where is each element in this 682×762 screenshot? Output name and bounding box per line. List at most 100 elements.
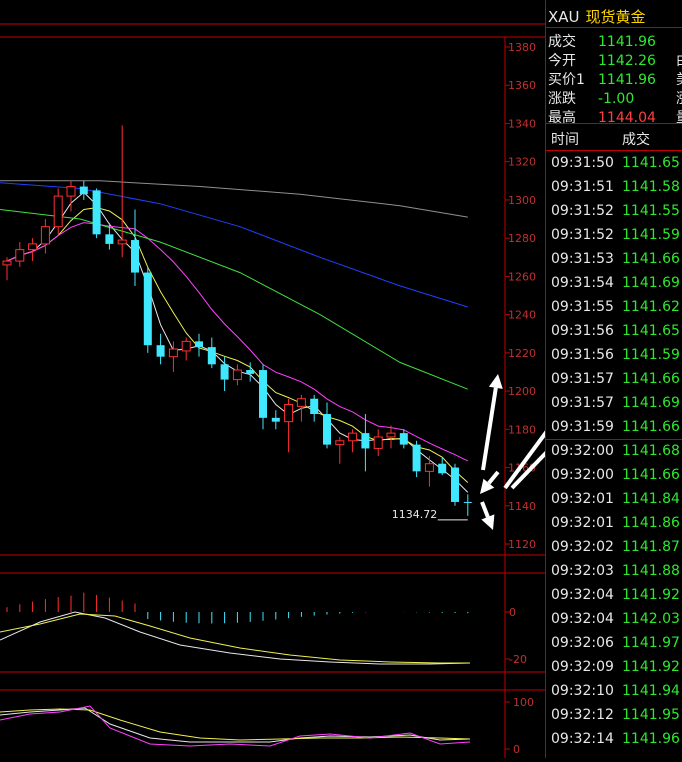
tick-row[interactable]: 09:32:02 1141.87 — [546, 536, 682, 560]
candle-body — [361, 433, 370, 449]
quote-value: 1141.96 — [598, 72, 656, 88]
candle[interactable] — [399, 429, 408, 449]
candle[interactable] — [296, 394, 306, 422]
candle[interactable] — [348, 429, 358, 453]
tick-row[interactable]: 09:31:54 1141.69 — [546, 272, 682, 296]
tick-time: 09:32:10 — [551, 683, 614, 699]
candle[interactable] — [232, 364, 242, 386]
tick-price: 1141.66 — [622, 371, 680, 387]
candle[interactable] — [28, 238, 38, 262]
tick-row[interactable]: 09:32:00 1141.68 — [546, 440, 682, 464]
tick-row[interactable]: 09:32:00 1141.66 — [546, 464, 682, 488]
tick-row[interactable]: 09:31:52 1141.55 — [546, 200, 682, 224]
tick-row[interactable]: 09:32:01 1141.84 — [546, 488, 682, 512]
candle[interactable] — [259, 364, 267, 430]
tick-time: 09:31:57 — [551, 371, 614, 387]
y-tick-label: 0 — [509, 606, 516, 619]
ma-line-5 — [6, 207, 469, 483]
tick-row[interactable]: 09:32:06 1141.97 — [546, 632, 682, 656]
tick-row[interactable]: 09:31:56 1141.59 — [546, 344, 682, 368]
ma-line-short — [6, 191, 469, 493]
candle-body — [79, 186, 88, 195]
candle[interactable] — [195, 333, 203, 357]
symbol-code[interactable]: XAU — [548, 8, 580, 26]
candle-body — [143, 272, 152, 346]
y-tick-label: 1320 — [508, 156, 536, 169]
tick-price: 1141.65 — [622, 155, 680, 171]
candle[interactable] — [335, 436, 345, 464]
candle[interactable] — [156, 333, 165, 365]
candle[interactable] — [15, 241, 25, 267]
tick-row[interactable]: 09:32:03 1141.88 — [546, 560, 682, 584]
tick-row[interactable]: 09:32:04 1141.92 — [546, 584, 682, 608]
tick-row[interactable]: 09:31:55 1141.62 — [546, 296, 682, 320]
candle-body — [207, 347, 216, 365]
macd-panel — [0, 592, 471, 665]
candle[interactable] — [220, 356, 229, 392]
tick-time: 09:31:55 — [551, 299, 614, 315]
candle[interactable] — [310, 394, 319, 422]
candle[interactable] — [181, 337, 191, 361]
candle-body — [412, 444, 421, 472]
candle-body — [105, 234, 114, 244]
quote-panel: XAU 现货黄金 成交 1141.96 今开 1142.26 由买价1 1141.96 美涨跌… — [545, 0, 682, 758]
tick-row[interactable]: 09:31:57 1141.66 — [546, 368, 682, 392]
candle[interactable] — [207, 337, 216, 369]
candle[interactable] — [361, 414, 370, 472]
tick-row[interactable]: 09:32:14 1141.96 — [546, 728, 682, 752]
tick-price: 1141.88 — [622, 563, 680, 579]
candle[interactable] — [373, 429, 383, 457]
candle[interactable] — [40, 219, 50, 254]
tick-row[interactable]: 09:31:59 1141.66 — [546, 416, 682, 440]
tick-row[interactable]: 09:31:50 1141.65 — [546, 152, 682, 176]
tick-time: 09:31:53 — [551, 251, 614, 267]
candle[interactable] — [424, 456, 434, 487]
candle[interactable] — [117, 125, 127, 258]
tick-row[interactable]: 09:31:51 1141.58 — [546, 176, 682, 200]
candle-body — [246, 370, 255, 374]
tick-row[interactable]: 09:32:04 1142.03 — [546, 608, 682, 632]
candle[interactable] — [92, 188, 101, 239]
candle[interactable] — [284, 398, 294, 453]
candle[interactable] — [386, 425, 396, 449]
candle[interactable] — [168, 341, 178, 372]
candle[interactable] — [463, 494, 472, 516]
kline-chart-area[interactable]: 1120114011601180120012201240126012801300… — [0, 0, 655, 758]
tick-row[interactable]: 09:32:09 1141.92 — [546, 656, 682, 680]
candle[interactable] — [53, 188, 63, 235]
ticks-header-price: 成交 — [622, 132, 650, 148]
moving-average-lines — [0, 180, 469, 493]
candle[interactable] — [143, 266, 152, 353]
candle[interactable] — [271, 410, 280, 430]
tick-row[interactable]: 09:32:12 1141.95 — [546, 704, 682, 728]
candle-body — [451, 467, 459, 502]
tick-row[interactable]: 09:32:10 1141.94 — [546, 680, 682, 704]
tick-row[interactable]: 09:31:57 1141.69 — [546, 392, 682, 416]
arrow-up-1-head — [488, 374, 503, 389]
candle[interactable] — [2, 257, 12, 281]
tick-row[interactable]: 09:32:01 1141.86 — [546, 512, 682, 536]
tick-row[interactable]: 09:31:52 1141.59 — [546, 224, 682, 248]
quote-label: 买价1 — [548, 72, 585, 88]
annotations: 1134.72 — [392, 508, 468, 521]
candle[interactable] — [323, 402, 331, 449]
tick-price: 1141.86 — [622, 515, 680, 531]
candle-body — [335, 440, 345, 446]
candle[interactable] — [451, 463, 459, 506]
tick-time: 09:31:57 — [551, 395, 614, 411]
candle[interactable] — [79, 180, 88, 200]
candle[interactable] — [412, 440, 421, 478]
tick-row[interactable]: 09:31:56 1141.65 — [546, 320, 682, 344]
candlesticks[interactable] — [2, 125, 472, 516]
kline-chart-svg[interactable]: 1120114011601180120012201240126012801300… — [0, 0, 655, 758]
candle-body — [259, 370, 267, 418]
candle-body — [2, 260, 12, 266]
tick-time: 09:32:03 — [551, 563, 614, 579]
tick-time: 09:31:50 — [551, 155, 614, 171]
candle[interactable] — [131, 209, 139, 286]
tick-row[interactable]: 09:31:53 1141.66 — [546, 248, 682, 272]
symbol-name[interactable]: 现货黄金 — [586, 8, 646, 26]
tick-price: 1141.65 — [622, 323, 680, 339]
low-price-label: 1134.72 — [392, 508, 438, 521]
quote-row: 买价1 1141.96 美 — [548, 69, 682, 88]
